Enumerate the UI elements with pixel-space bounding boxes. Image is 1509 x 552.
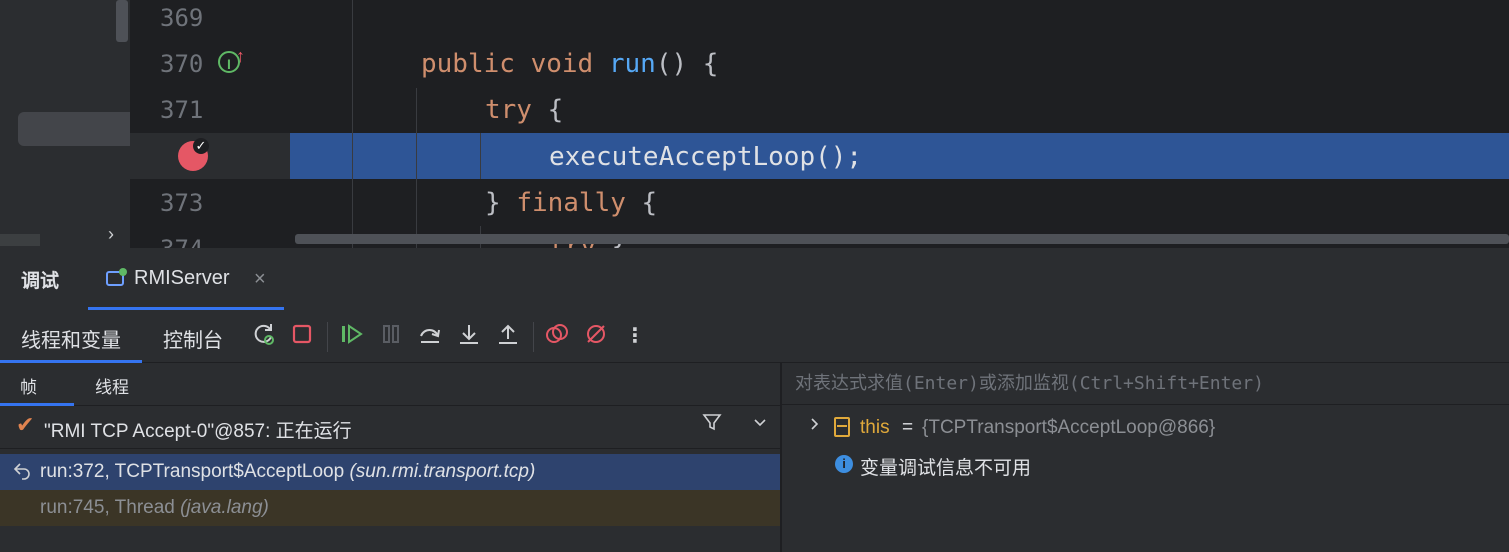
mute-breakpoints-icon[interactable] [582, 322, 610, 350]
return-arrow-icon [12, 460, 32, 485]
thread-label: "RMI TCP Accept-0"@857: 正在运行 [44, 421, 352, 442]
running-indicator-icon [119, 268, 127, 276]
stack-frame[interactable]: run:745, Thread (java.lang) [0, 490, 780, 526]
filter-icon[interactable] [702, 412, 722, 438]
debug-tabbar: 调试 RMIServer × [0, 248, 1509, 310]
info-icon: i [835, 455, 853, 473]
tab-label: 帧 [20, 378, 37, 397]
variable-equals: = [902, 417, 914, 438]
code-line-372: executeAcceptLoop(); [549, 142, 863, 172]
toolbar-separator [327, 322, 328, 352]
stack-frame[interactable]: run:372, TCPTransport$AcceptLoop (sun.rm… [0, 454, 780, 490]
scrollbar-thumb[interactable] [116, 0, 128, 42]
frames-pane: 帧 线程 ✔ "RMI TCP Accept-0"@857: 正在运行 run:… [0, 363, 780, 552]
chevron-right-icon[interactable] [806, 416, 822, 437]
evaluate-expression-input[interactable] [782, 363, 1509, 405]
pause-icon[interactable] [377, 322, 405, 350]
close-icon[interactable]: × [254, 268, 266, 291]
toolbar-separator [533, 322, 534, 352]
check-icon: ✔ [16, 412, 35, 437]
code-line-370: public void run() { [421, 49, 719, 79]
tab-rmiserver[interactable]: RMIServer × [88, 248, 284, 310]
variable-name: this [860, 417, 890, 438]
variable-value: {TCPTransport$AcceptLoop@866} [922, 417, 1216, 438]
tab-underline [88, 307, 284, 310]
code-editor[interactable]: › 369 370 371 373 374 I ↑ ✓ public void … [0, 0, 1509, 248]
field-icon [834, 417, 850, 437]
execution-point-line [290, 133, 1509, 179]
more-icon[interactable]: ⋮ [621, 322, 649, 350]
line-number: 374 [130, 226, 240, 248]
chevron-down-icon[interactable] [752, 414, 768, 435]
tool-window-title: 调试 [21, 271, 60, 292]
info-message: 变量调试信息不可用 [860, 458, 1032, 479]
variable-row[interactable]: this = {TCPTransport$AcceptLoop@866} [782, 411, 1509, 445]
stop-icon[interactable] [288, 322, 316, 350]
tab-frames[interactable]: 帧 [0, 363, 74, 406]
arrow-up-icon: ↑ [236, 46, 245, 66]
code-line-373: } finally { [485, 188, 658, 218]
resume-icon[interactable] [338, 322, 366, 350]
frame-package: (sun.rmi.transport.tcp) [349, 461, 536, 482]
thread-selector[interactable]: ✔ "RMI TCP Accept-0"@857: 正在运行 [0, 406, 780, 449]
horizontal-scrollbar[interactable] [0, 234, 40, 246]
view-breakpoints-icon[interactable] [543, 322, 571, 350]
step-out-icon[interactable] [494, 322, 522, 350]
code-line-371: try { [485, 95, 564, 125]
step-into-icon[interactable] [455, 322, 483, 350]
indent-guide [416, 88, 417, 248]
selected-tree-item[interactable] [18, 112, 130, 146]
indent-guide [480, 133, 481, 179]
chevron-right-icon[interactable]: › [108, 224, 114, 245]
line-number: 369 [160, 4, 204, 32]
frame-method: run:745, Thread [40, 497, 181, 518]
step-over-icon[interactable] [416, 322, 444, 350]
line-number: 371 [160, 96, 204, 124]
rerun-icon[interactable] [250, 322, 278, 350]
frames-tabbar: 帧 线程 [0, 363, 780, 406]
tab-threads-and-variables[interactable]: 线程和变量 [0, 314, 142, 363]
tab-threads[interactable]: 线程 [95, 373, 129, 398]
variables-pane: this = {TCPTransport$AcceptLoop@866} i 变… [782, 363, 1509, 552]
frame-method: run:372, TCPTransport$AcceptLoop [40, 461, 350, 482]
debug-tool-window: 调试 RMIServer × 线程和变量 控制台 ⋮ 帧 线程 ✔ "RMI T… [0, 248, 1509, 552]
check-icon: ✓ [193, 138, 209, 154]
tab-label: 线程和变量 [21, 330, 121, 352]
project-panel-edge: › [0, 0, 130, 248]
indent-guide [352, 0, 353, 248]
execution-line-gutter [130, 133, 290, 179]
frame-package: (java.lang) [180, 497, 269, 518]
debug-toolbar: 线程和变量 控制台 ⋮ [0, 314, 1509, 363]
horizontal-scrollbar[interactable] [295, 234, 1509, 244]
info-row: i 变量调试信息不可用 [782, 447, 1509, 481]
tab-label: RMIServer [134, 267, 230, 289]
tab-console[interactable]: 控制台 [163, 324, 223, 353]
line-number: 373 [160, 189, 204, 217]
